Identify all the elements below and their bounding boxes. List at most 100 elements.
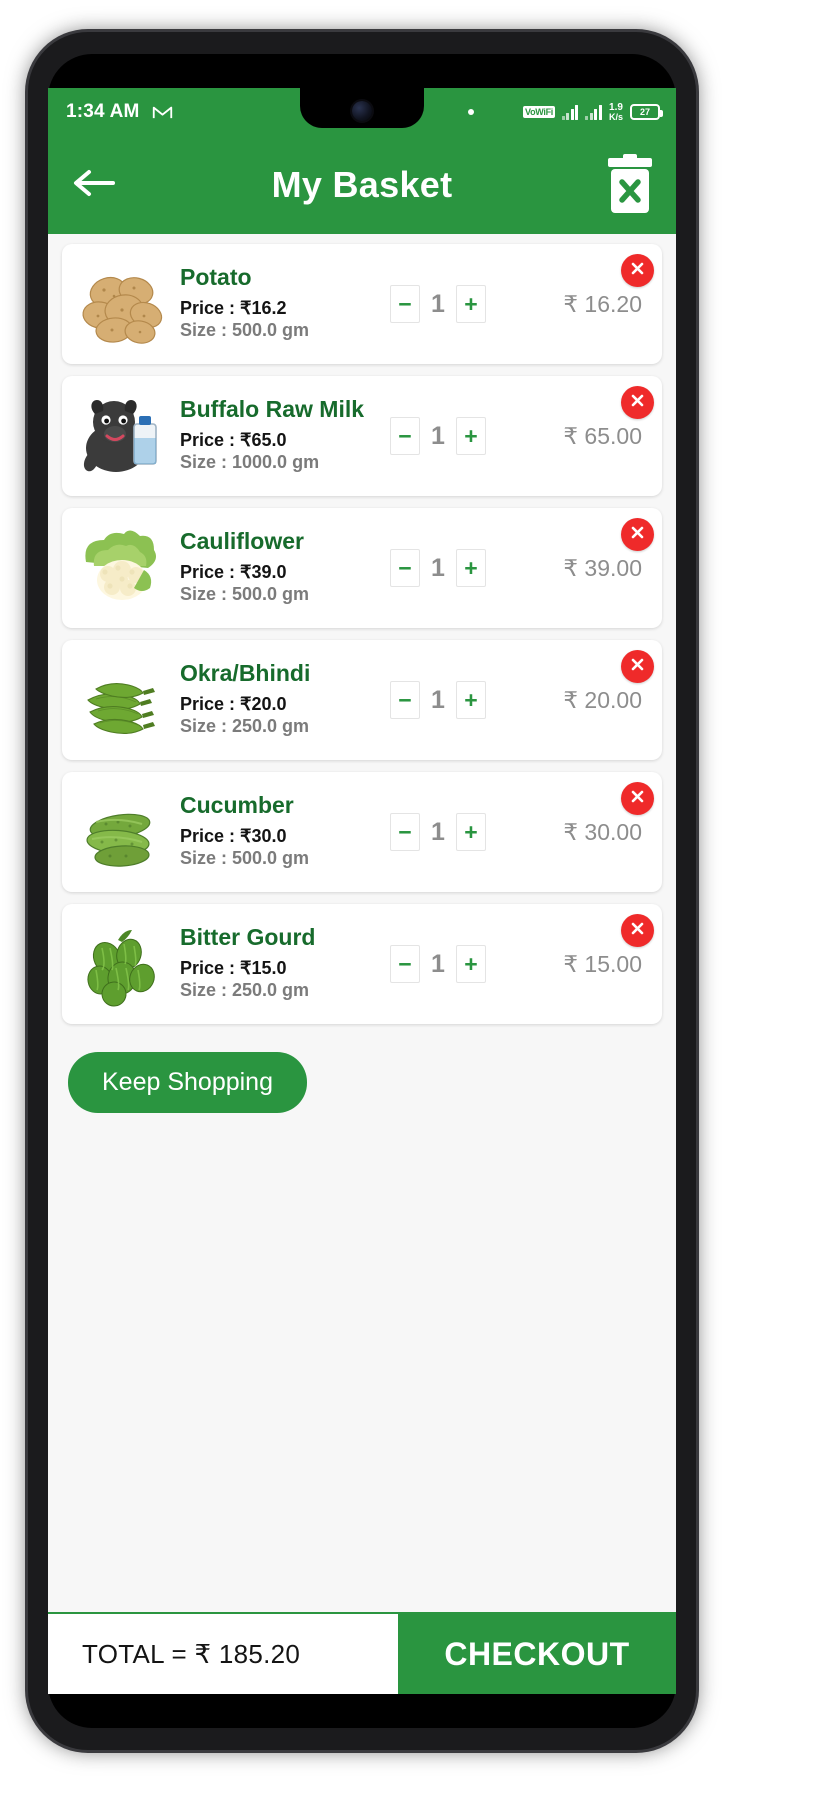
status-clock: 1:34 AM	[66, 101, 140, 122]
cauliflower-image	[70, 518, 174, 618]
cart-item-price: Price : ₹65.0	[180, 429, 287, 450]
cart-item-price: Price : ₹20.0	[180, 693, 287, 714]
back-arrow-icon	[73, 168, 115, 203]
cart-item-price: Price : ₹30.0	[180, 825, 287, 846]
battery-percent: 27	[639, 107, 650, 117]
cart-item-name: Buffalo Raw Milk	[180, 396, 365, 423]
cart-item-name: Potato	[180, 264, 252, 291]
cart-item-line-total: ₹ 30.00	[563, 818, 642, 845]
cart-item-info: Potato Price : ₹16.2 Size : 500.0 gm	[174, 265, 384, 342]
cart-item-name: Okra/Bhindi	[180, 660, 311, 687]
quantity-stepper[interactable]: − 1 +	[390, 285, 486, 323]
decrement-quantity-button[interactable]: −	[390, 417, 420, 455]
back-button[interactable]	[68, 159, 120, 211]
cart-item-name: Bitter Gourd	[180, 924, 316, 951]
signal-bars-sim1-icon	[561, 104, 579, 120]
cart-item-info: Buffalo Raw Milk Price : ₹65.0 Size : 10…	[174, 397, 384, 474]
cart-item-info: Bitter Gourd Price : ₹15.0 Size : 250.0 …	[174, 925, 384, 1002]
gmail-icon	[152, 104, 173, 120]
decrement-quantity-button[interactable]: −	[390, 813, 420, 851]
status-bar-left: 1:34 AM	[66, 101, 173, 123]
quantity-value: 1	[431, 685, 445, 714]
cart-item-size: Size : 500.0 gm	[180, 584, 310, 605]
increment-quantity-button[interactable]: +	[456, 285, 486, 323]
quantity-stepper[interactable]: − 1 +	[390, 813, 486, 851]
vowifi-badge: VoWiFi	[523, 105, 555, 119]
data-speed-unit: K/s	[608, 111, 623, 122]
quantity-stepper[interactable]: − 1 +	[390, 681, 486, 719]
buffalo-milk-image	[70, 386, 174, 486]
increment-quantity-button[interactable]: +	[456, 549, 486, 587]
cart-item-price: Price : ₹39.0	[180, 561, 287, 582]
cart-item-row[interactable]: Cucumber Price : ₹30.0 Size : 500.0 gm −…	[62, 772, 662, 892]
remove-item-button[interactable]	[621, 782, 654, 815]
data-speed-indicator: 1.9 K/s	[608, 101, 623, 122]
checkout-bar: TOTAL = ₹ 185.20 CHECKOUT	[48, 1612, 676, 1694]
decrement-quantity-button[interactable]: −	[390, 285, 420, 323]
screenshot-stage: 1:34 AM VoWiFi 1.9 K/s 27 My Basket Pota…	[0, 0, 824, 1796]
cart-item-info: Okra/Bhindi Price : ₹20.0 Size : 250.0 g…	[174, 661, 384, 738]
cart-item-price: Price : ₹16.2	[180, 297, 287, 318]
checkout-button[interactable]: CHECKOUT	[398, 1614, 676, 1694]
quantity-value: 1	[431, 817, 445, 846]
remove-item-button[interactable]	[621, 386, 654, 419]
remove-item-icon	[629, 788, 646, 810]
quantity-stepper[interactable]: − 1 +	[390, 945, 486, 983]
cart-item-line-total: ₹ 20.00	[563, 686, 642, 713]
cart-item-row[interactable]: Potato Price : ₹16.2 Size : 500.0 gm − 1…	[62, 244, 662, 364]
remove-item-button[interactable]	[621, 518, 654, 551]
cart-item-row[interactable]: Okra/Bhindi Price : ₹20.0 Size : 250.0 g…	[62, 640, 662, 760]
cart-total-label: TOTAL = ₹ 185.20	[82, 1638, 301, 1669]
remove-item-icon	[629, 260, 646, 282]
cucumber-image	[70, 782, 174, 882]
front-camera-icon	[352, 101, 372, 121]
quantity-stepper[interactable]: − 1 +	[390, 417, 486, 455]
cart-item-name: Cauliflower	[180, 528, 304, 555]
quantity-stepper[interactable]: − 1 +	[390, 549, 486, 587]
quantity-value: 1	[431, 949, 445, 978]
increment-quantity-button[interactable]: +	[456, 417, 486, 455]
decrement-quantity-button[interactable]: −	[390, 681, 420, 719]
quantity-value: 1	[431, 553, 445, 582]
signal-bars-sim2-icon	[585, 104, 602, 120]
cart-item-size: Size : 250.0 gm	[180, 980, 310, 1001]
cart-item-list[interactable]: Potato Price : ₹16.2 Size : 500.0 gm − 1…	[48, 234, 676, 1612]
notification-dot-icon	[468, 109, 475, 115]
okra-image	[70, 650, 174, 750]
cart-item-row[interactable]: Buffalo Raw Milk Price : ₹65.0 Size : 10…	[62, 376, 662, 496]
increment-quantity-button[interactable]: +	[456, 681, 486, 719]
cart-item-line-total: ₹ 16.20	[563, 290, 642, 317]
cart-item-info: Cucumber Price : ₹30.0 Size : 500.0 gm	[174, 793, 384, 870]
potato-image	[70, 254, 174, 354]
cart-item-row[interactable]: Bitter Gourd Price : ₹15.0 Size : 250.0 …	[62, 904, 662, 1024]
cart-item-size: Size : 1000.0 gm	[180, 452, 320, 473]
data-speed-value: 1.9	[609, 101, 623, 113]
cart-item-row[interactable]: Cauliflower Price : ₹39.0 Size : 500.0 g…	[62, 508, 662, 628]
remove-item-button[interactable]	[621, 914, 654, 947]
quantity-value: 1	[431, 421, 445, 450]
remove-item-button[interactable]	[621, 254, 654, 287]
cart-item-info: Cauliflower Price : ₹39.0 Size : 500.0 g…	[174, 529, 384, 606]
decrement-quantity-button[interactable]: −	[390, 945, 420, 983]
remove-item-icon	[629, 656, 646, 678]
cart-item-size: Size : 500.0 gm	[180, 848, 310, 869]
remove-item-icon	[629, 392, 646, 414]
cart-item-line-total: ₹ 39.00	[563, 554, 642, 581]
phone-screen: 1:34 AM VoWiFi 1.9 K/s 27 My Basket Pota…	[48, 88, 676, 1694]
remove-item-button[interactable]	[621, 650, 654, 683]
increment-quantity-button[interactable]: +	[456, 813, 486, 851]
clear-cart-button[interactable]	[602, 154, 658, 216]
page-title: My Basket	[271, 164, 453, 205]
status-bar-right: VoWiFi 1.9 K/s 27	[468, 101, 663, 122]
remove-item-icon	[629, 920, 646, 942]
quantity-value: 1	[431, 289, 445, 318]
keep-shopping-button[interactable]: Keep Shopping	[68, 1052, 307, 1113]
remove-item-icon	[629, 524, 646, 546]
battery-icon: 27	[630, 104, 663, 120]
trash-delete-icon	[602, 154, 658, 220]
cart-item-name: Cucumber	[180, 792, 294, 819]
decrement-quantity-button[interactable]: −	[390, 549, 420, 587]
increment-quantity-button[interactable]: +	[456, 945, 486, 983]
cart-item-price: Price : ₹15.0	[180, 957, 287, 978]
app-bar: My Basket	[48, 136, 676, 234]
